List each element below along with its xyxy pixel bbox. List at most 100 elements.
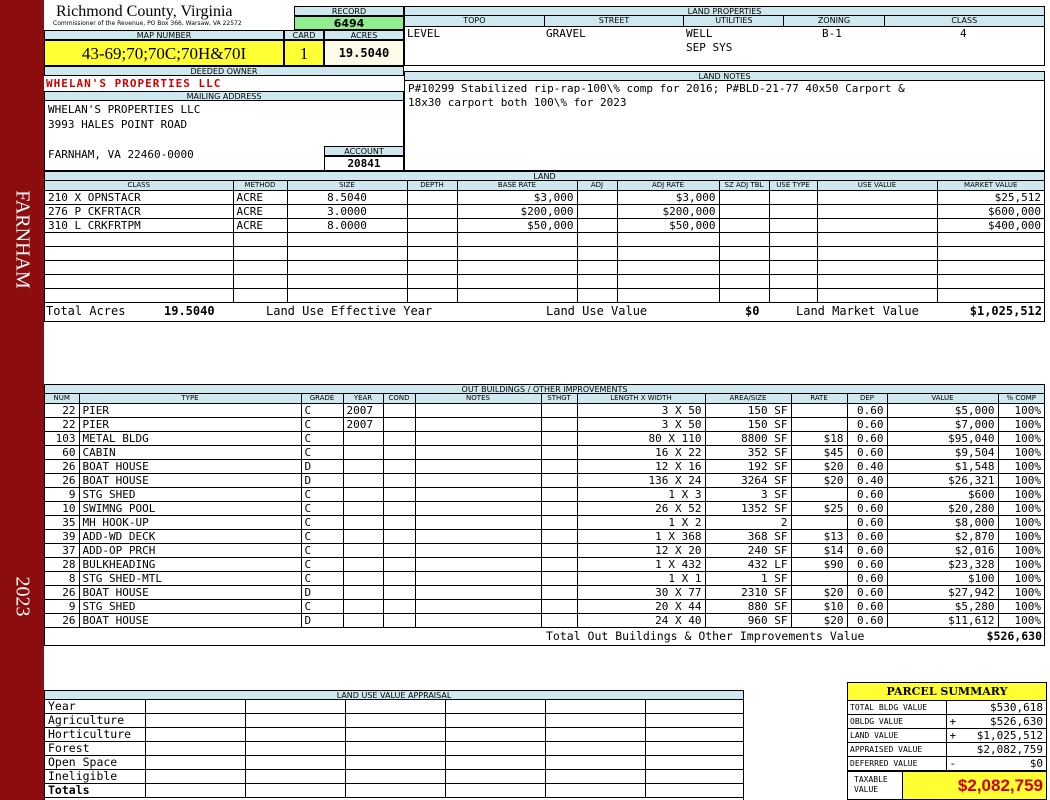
lp-zoning: B-1 (822, 27, 842, 40)
land-label: LAND (44, 171, 1045, 181)
ob-cond (383, 599, 416, 614)
sidebar-city: FARNHAM (11, 190, 34, 289)
ob-year (343, 543, 384, 558)
ob-rate (791, 403, 848, 418)
land-col-header: USE VALUE (817, 181, 938, 191)
ob-notes (415, 417, 542, 432)
land-method: ACRE (233, 204, 288, 219)
land-use-cell (545, 741, 646, 756)
ob-year (343, 487, 384, 502)
ob-rate: $18 (791, 431, 848, 446)
ob-area: 8800 SF (705, 431, 792, 446)
lp-topo: LEVEL (407, 27, 441, 40)
ob-lw: 80 X 110 (577, 431, 706, 446)
land-method: ACRE (233, 190, 288, 205)
land-use-cell (645, 756, 743, 770)
ob-value: $20,280 (887, 501, 999, 516)
land-use-cell (345, 741, 446, 756)
land-use-cell (545, 755, 646, 770)
land-use-cell (445, 769, 546, 784)
ob-notes (415, 487, 542, 502)
ob-area: 2310 SF (705, 585, 792, 600)
ob-value: $23,328 (887, 557, 999, 572)
ob-cond (383, 445, 416, 460)
ob-sthgt (541, 571, 578, 586)
land-use-row: Agriculture (45, 713, 743, 728)
ob-year (343, 557, 384, 572)
land-use-appraisal-table: Year Agriculture Horticulture Forest Open Sp… (44, 700, 744, 800)
record-value: 6494 (294, 16, 404, 30)
land-use-row: Forest (45, 741, 743, 756)
ob-type: ADD-WD DECK (79, 529, 302, 544)
ob-area: 240 SF (705, 543, 792, 558)
ob-value: $95,040 (887, 431, 999, 446)
ob-type: BOAT HOUSE (79, 585, 302, 600)
land-use-cell (645, 714, 743, 728)
land-use-value-label: Land Use Value (546, 304, 648, 318)
lp-utility: WELL (686, 27, 713, 40)
ob-rate: $20 (791, 613, 848, 628)
land-notes-label: LAND NOTES (404, 71, 1045, 81)
outbuildings-table: NUM TYPE GRADE YEAR COND NOTES STHGT LEN… (45, 394, 1044, 628)
outbuilding-row: 60 CABIN C 16 X 22 352 SF $45 0.60 $9,504 100% (45, 445, 1044, 460)
ob-notes (415, 445, 542, 460)
ob-comp: 100% (1014, 404, 1042, 417)
ob-year (343, 445, 384, 460)
ob-value: $26,321 (887, 473, 999, 488)
ob-lw: 3 X 50 (577, 403, 706, 418)
ob-col-header: GRADE (301, 394, 344, 404)
ob-num: 39 (45, 529, 80, 544)
land-use-cell (445, 783, 546, 798)
lp-class: 4 (960, 27, 967, 40)
land-use-row-label: Open Space (45, 755, 146, 770)
ob-cond (383, 585, 416, 600)
ob-value: $2,870 (887, 529, 999, 544)
outbuilding-row: 28 BULKHEADING C 1 X 432 432 LF $90 0.60 $23,32… (45, 557, 1044, 572)
county-title: Richmond County, Virginia (56, 3, 233, 20)
ob-num: 9 (45, 599, 80, 614)
ob-lw: 1 X 1 (577, 571, 706, 586)
ob-area: 432 LF (705, 557, 792, 572)
ob-dep: 0.60 (847, 613, 888, 628)
land-method: ACRE (233, 218, 288, 233)
ob-rate (791, 515, 848, 530)
ob-col-header: % COMP (998, 394, 1044, 404)
ob-col-header: NOTES (415, 394, 542, 404)
ob-grade: C (301, 557, 344, 572)
land-market-value: $400,000 (988, 219, 1041, 232)
ob-comp: 100% (1014, 446, 1042, 459)
land-use-appraisal-label: LAND USE VALUE APPRAISAL (44, 690, 744, 700)
land-use-row: Ineligible (45, 769, 743, 784)
parcel-summary-row: APPRAISED VALUE $2,082,759 (848, 742, 1046, 757)
ob-value: $100 (887, 571, 999, 586)
ob-lw: 12 X 20 (577, 543, 706, 558)
ob-area: 150 SF (705, 403, 792, 418)
effective-year-label: Land Use Effective Year (266, 304, 433, 318)
ob-comp: 100% (1014, 474, 1042, 487)
land-class: 276 P CKFRTACR (45, 204, 234, 219)
outbuildings-label: OUT BUILDINGS / OTHER IMPROVEMENTS (44, 384, 1045, 394)
ob-year (343, 613, 384, 628)
land-col-header: METHOD (233, 181, 288, 191)
land-use-cell (145, 741, 246, 756)
ob-value: $11,612 (887, 613, 999, 628)
ob-grade: C (301, 599, 344, 614)
ob-grade: C (301, 445, 344, 460)
land-properties-headers: TOPO STREET UTILITIES ZONING CLASS (404, 16, 1045, 27)
ob-col-header: TYPE (79, 394, 302, 404)
parcel-summary-value: $526,630 (990, 715, 1043, 728)
ob-cond (383, 529, 416, 544)
outbuilding-row: 10 SWIMNG POOL C 26 X 52 1352 SF $25 0.60 $20,2… (45, 501, 1044, 516)
outbuilding-row: 8 STG SHED-MTL C 1 X 11 SF 0.60 $100 100% (45, 571, 1044, 586)
ob-lw: 136 X 24 (577, 473, 706, 488)
land-header-row: CLASS METHOD SIZE DEPTH BASE RATE ADJ AD… (45, 181, 1044, 191)
parcel-summary-sign: - (949, 757, 957, 770)
land-size: 8.0000 (287, 218, 408, 233)
land-use-cell (145, 783, 246, 798)
ob-num: 103 (45, 431, 80, 446)
deeded-owner: WHELAN'S PROPERTIES LLC (46, 77, 222, 90)
ob-dep: 0.60 (847, 557, 888, 572)
land-row-empty (45, 288, 1044, 303)
ob-col-header: YEAR (343, 394, 384, 404)
outbuilding-row: 37 ADD-OP PRCH C 12 X 20 240 SF $14 0.60 $2,016… (45, 543, 1044, 558)
